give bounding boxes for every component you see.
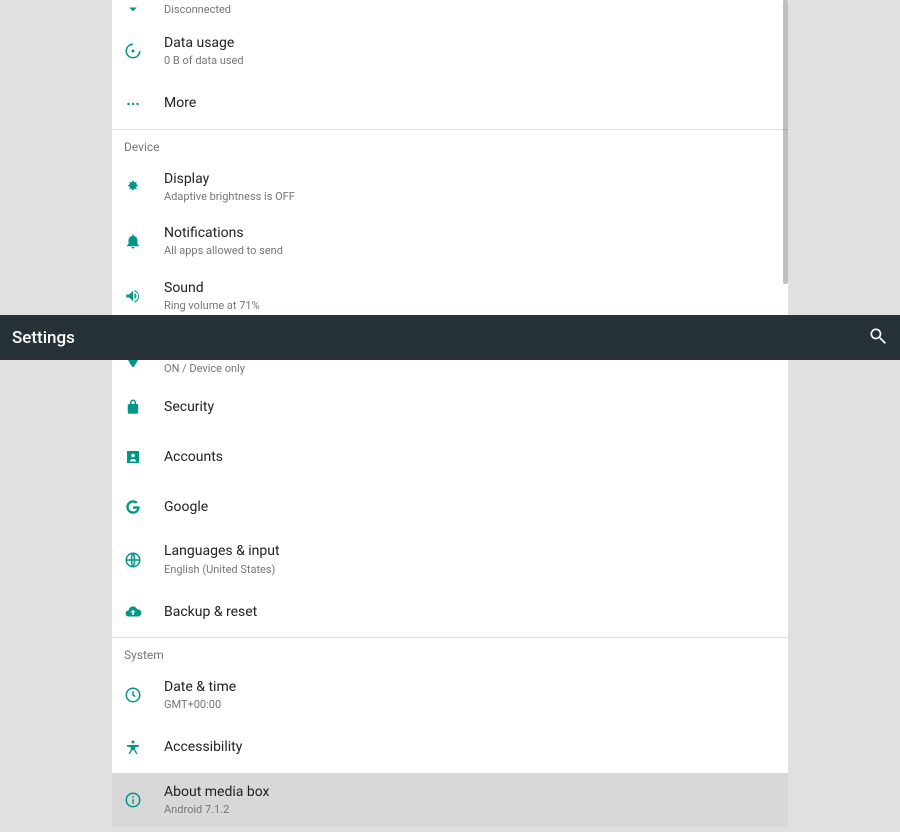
- item-title: Languages & input: [164, 542, 280, 560]
- settings-item-datetime[interactable]: Date & time GMT+00:00: [112, 668, 788, 723]
- settings-item-about[interactable]: About media box Android 7.1.2: [112, 773, 788, 828]
- item-title: Backup & reset: [164, 603, 257, 621]
- section-header-device: Device: [112, 129, 788, 160]
- app-bar: Settings: [0, 315, 900, 360]
- settings-item-vpn[interactable]: Disconnected: [112, 0, 788, 24]
- item-title: Security: [164, 398, 214, 416]
- item-title: About media box: [164, 783, 270, 801]
- info-icon: [124, 791, 164, 809]
- accessibility-icon: [124, 739, 164, 757]
- settings-item-security[interactable]: Security: [112, 382, 788, 432]
- display-icon: [124, 178, 164, 196]
- item-title: Data usage: [164, 34, 244, 52]
- item-sub: Disconnected: [164, 2, 231, 17]
- item-sub: Android 7.1.2: [164, 802, 270, 817]
- bell-icon: [124, 232, 164, 250]
- lock-icon: [124, 398, 164, 416]
- settings-item-location[interactable]: ON / Device only: [112, 360, 788, 382]
- settings-item-accounts[interactable]: Accounts: [112, 432, 788, 482]
- item-title: Notifications: [164, 224, 283, 242]
- item-sub: Ring volume at 71%: [164, 298, 260, 313]
- location-icon: [124, 360, 164, 370]
- data-usage-icon: [124, 42, 164, 60]
- app-bar-title: Settings: [12, 328, 868, 348]
- sound-icon: [124, 287, 164, 305]
- more-icon: [124, 95, 164, 113]
- item-title: Google: [164, 498, 208, 516]
- settings-item-data-usage[interactable]: Data usage 0 B of data used: [112, 24, 788, 79]
- item-title: Accessibility: [164, 738, 242, 756]
- globe-icon: [124, 551, 164, 569]
- item-sub: 0 B of data used: [164, 53, 244, 68]
- settings-item-languages[interactable]: Languages & input English (United States…: [112, 532, 788, 587]
- google-icon: [124, 498, 164, 516]
- settings-scroll-upper: Disconnected Data usage 0 B of data used…: [0, 0, 900, 315]
- settings-item-backup[interactable]: Backup & reset: [112, 587, 788, 637]
- item-title: Date & time: [164, 678, 236, 696]
- item-sub: ON / Device only: [164, 361, 245, 376]
- item-sub: English (United States): [164, 562, 280, 577]
- settings-item-more[interactable]: More: [112, 79, 788, 129]
- settings-item-display[interactable]: Display Adaptive brightness is OFF: [112, 160, 788, 215]
- scrollbar[interactable]: [783, 0, 788, 284]
- settings-item-notifications[interactable]: Notifications All apps allowed to send: [112, 214, 788, 269]
- item-title: Accounts: [164, 448, 223, 466]
- item-sub: Adaptive brightness is OFF: [164, 189, 295, 204]
- search-icon[interactable]: [868, 326, 888, 350]
- settings-scroll-lower: ON / Device only Security Accounts: [0, 360, 900, 832]
- section-header-system: System: [112, 637, 788, 668]
- item-title: More: [164, 94, 196, 112]
- item-title: Display: [164, 170, 295, 188]
- backup-icon: [124, 603, 164, 621]
- settings-item-sound[interactable]: Sound Ring volume at 71%: [112, 269, 788, 315]
- clock-icon: [124, 686, 164, 704]
- settings-item-google[interactable]: Google: [112, 482, 788, 532]
- account-icon: [124, 448, 164, 466]
- settings-item-accessibility[interactable]: Accessibility: [112, 723, 788, 773]
- item-sub: GMT+00:00: [164, 697, 236, 712]
- arrow-down-icon: [124, 0, 164, 18]
- item-title: Sound: [164, 279, 260, 297]
- item-sub: All apps allowed to send: [164, 243, 283, 258]
